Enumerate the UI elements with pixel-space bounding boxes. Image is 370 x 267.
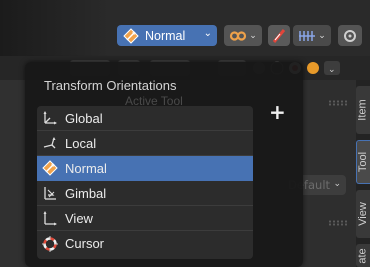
orientation-item-cursor[interactable]: Cursor: [37, 231, 253, 256]
svg-text:⌄: ⌄: [328, 65, 336, 75]
tab-item-label: Item: [357, 99, 369, 121]
orientation-item-local[interactable]: Local: [37, 131, 253, 156]
popup-title: Transform Orientations: [44, 78, 177, 93]
tab-item[interactable]: Item: [356, 86, 370, 134]
orientation-item-label: Cursor: [65, 236, 105, 251]
chevron-down-icon: ⌄: [318, 30, 326, 41]
global-axes-icon: [41, 109, 59, 127]
panel-grip-icon[interactable]: [328, 100, 348, 106]
sidebar-panel: [310, 80, 356, 267]
chevron-down-icon: ⌄: [249, 30, 257, 41]
snap-settings-button[interactable]: ⌄: [293, 25, 331, 46]
viewport-header: Normal ⌄ ⌄ ⌄: [0, 0, 370, 56]
orientation-item-gimbal[interactable]: Gimbal: [37, 181, 253, 206]
transform-orientation-dropdown[interactable]: Normal ⌄: [117, 25, 217, 46]
panel-grip-icon[interactable]: [328, 220, 348, 226]
pivot-infinity-icon: [230, 30, 247, 41]
normal-orientation-icon: [123, 27, 139, 44]
add-orientation-button[interactable]: +: [269, 102, 286, 122]
orientation-item-label: Normal: [65, 160, 107, 176]
orientation-item-view[interactable]: View: [37, 206, 253, 231]
tab-tool-label: Tool: [357, 151, 370, 173]
sidebar-tabs: Item Tool View ate: [356, 80, 370, 267]
chevron-down-icon: ⌄: [203, 28, 212, 39]
transform-orientation-label: Normal: [145, 28, 186, 43]
snap-grid-icon: [299, 30, 316, 41]
snap-icon: [272, 28, 286, 43]
orientation-item-global[interactable]: Global: [37, 106, 253, 131]
cursor-icon: [41, 235, 59, 253]
orientation-item-normal[interactable]: Normal: [37, 156, 253, 181]
orientation-item-label: Gimbal: [65, 185, 107, 201]
tab-view[interactable]: View: [356, 190, 370, 238]
orientation-list: Global Local Normal Gimbal View Cursor: [37, 106, 253, 259]
proportional-edit-icon: [344, 29, 356, 42]
tab-view-label: View: [357, 202, 369, 226]
view-axes-icon: [41, 209, 59, 227]
header-fade: [0, 0, 110, 56]
tab-create-label: ate: [357, 247, 370, 264]
normal-orientation-icon: [41, 159, 59, 177]
tab-tool[interactable]: Tool: [356, 140, 370, 184]
orientation-item-label: View: [65, 210, 93, 226]
chevron-down-icon: ⌄: [333, 179, 341, 189]
transform-orientations-popup: Transform Orientations Active Tool + Glo…: [25, 62, 303, 267]
orientation-item-label: Local: [65, 135, 97, 151]
local-axes-icon: [41, 134, 59, 152]
proportional-edit-button[interactable]: [338, 25, 362, 46]
snap-toggle-button[interactable]: [268, 25, 290, 46]
orientation-item-label: Global: [65, 110, 103, 126]
tab-create[interactable]: ate: [356, 244, 370, 267]
pivot-button[interactable]: ⌄: [224, 25, 262, 46]
gimbal-icon: [41, 184, 59, 202]
